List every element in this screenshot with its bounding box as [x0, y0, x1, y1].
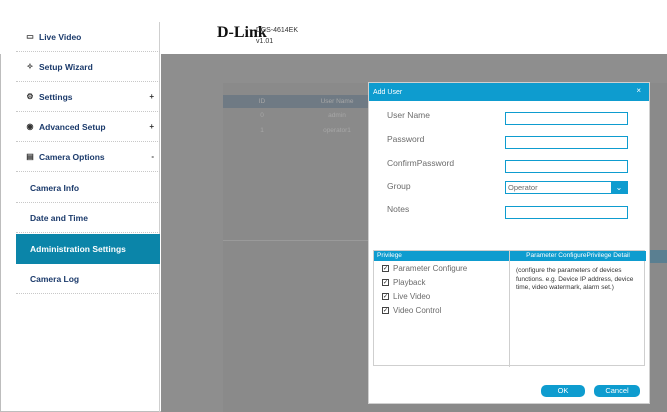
username-label: User Name — [387, 110, 430, 120]
table-row: 1 operator1 — [223, 123, 373, 138]
chevron-down-icon[interactable]: ⌄ — [611, 182, 627, 193]
cell-id: 0 — [260, 112, 264, 119]
checkbox-checked-icon[interactable]: ✓ — [382, 279, 389, 286]
gear-icon: ⚙ — [26, 92, 34, 101]
privilege-item-video-control[interactable]: ✓ Video Control — [382, 306, 441, 315]
wizard-icon: ✧ — [26, 62, 34, 71]
sidebar-subitem-date-and-time[interactable]: Date and Time — [16, 203, 160, 233]
privilege-panel: Privilege Parameter ConfigurePrivilege D… — [373, 250, 646, 367]
checkbox-checked-icon[interactable]: ✓ — [382, 293, 389, 300]
privilege-divider — [509, 251, 510, 367]
expand-icon[interactable]: + — [149, 92, 154, 101]
sidebar-subitem-label: Administration Settings — [30, 244, 126, 254]
cancel-button[interactable]: Cancel — [594, 385, 640, 397]
password-label: Password — [387, 134, 425, 144]
firmware-version: v1.01 — [256, 38, 274, 45]
group-select-value: Operator — [508, 183, 538, 192]
video-icon: ▭ — [26, 32, 34, 41]
notes-label: Notes — [387, 204, 410, 214]
sidebar-subitem-camera-log[interactable]: Camera Log — [16, 264, 160, 294]
expand-icon[interactable]: + — [149, 122, 154, 131]
privilege-label: Video Control — [393, 306, 442, 315]
username-field[interactable] — [505, 112, 628, 125]
notes-field[interactable] — [505, 206, 628, 219]
cell-id: 1 — [260, 127, 264, 134]
cell-username: admin — [328, 112, 346, 119]
privilege-label: Playback — [393, 278, 426, 287]
model-name: DCS-4614EK — [256, 27, 299, 34]
sidebar-item-label: Live Video — [39, 31, 82, 42]
privilege-item-live-video[interactable]: ✓ Live Video — [382, 292, 430, 301]
user-table: ID User Name 0 admin 1 operator1 — [223, 95, 373, 138]
add-user-dialog: Add User × User Name Password ConfirmPas… — [368, 82, 650, 404]
sidebar-subitem-administration-settings[interactable]: Administration Settings — [16, 234, 160, 264]
collapse-icon[interactable]: - — [151, 152, 154, 161]
sidebar-item-label: Advanced Setup — [39, 121, 106, 132]
column-header-id: ID — [258, 98, 266, 105]
sidebar-subitem-camera-info[interactable]: Camera Info — [16, 173, 160, 203]
password-field[interactable] — [505, 136, 628, 149]
sidebar-subitem-label: Camera Log — [30, 273, 80, 284]
privilege-detail-header: Parameter ConfigurePrivilege Detail — [510, 251, 646, 261]
sidebar-item-camera-options[interactable]: ▤ Camera Options - — [16, 142, 160, 172]
sidebar-item-label: Camera Options — [39, 151, 105, 162]
privilege-label: Parameter Configure — [393, 264, 468, 273]
sidebar-item-label: Settings — [39, 91, 73, 102]
sidebar-item-advanced-setup[interactable]: ◉ Advanced Setup + — [16, 112, 160, 142]
column-header-username: User Name — [320, 98, 354, 105]
ok-button[interactable]: OK — [541, 385, 585, 397]
divider — [223, 240, 373, 241]
confirm-password-field[interactable] — [505, 160, 628, 173]
sidebar-item-settings[interactable]: ⚙ Settings + — [16, 82, 160, 112]
model-info: DCS-4614EK v1.01 — [256, 25, 298, 47]
sidebar: ▭ Live Video ✧ Setup Wizard ⚙ Settings +… — [16, 22, 160, 412]
privilege-item-playback[interactable]: ✓ Playback — [382, 278, 425, 287]
privilege-item-parameter-configure[interactable]: ✓ Parameter Configure — [382, 264, 467, 273]
sidebar-subitem-label: Camera Info — [30, 182, 80, 193]
checkbox-checked-icon[interactable]: ✓ — [382, 307, 389, 314]
group-label: Group — [387, 181, 411, 191]
camera-options-icon: ▤ — [26, 152, 34, 161]
privilege-header: Privilege — [374, 251, 509, 261]
sidebar-item-label: Setup Wizard — [39, 61, 93, 72]
checkbox-checked-icon[interactable]: ✓ — [382, 265, 389, 272]
advanced-icon: ◉ — [26, 122, 34, 131]
dialog-titlebar: Add User × — [369, 83, 649, 101]
sidebar-subitem-label: Date and Time — [30, 212, 88, 223]
cell-username: operator1 — [323, 127, 351, 134]
close-icon[interactable]: × — [636, 86, 641, 95]
sidebar-item-setup-wizard[interactable]: ✧ Setup Wizard — [16, 52, 160, 82]
background-action-button — [648, 250, 667, 263]
confirm-password-label: ConfirmPassword — [387, 158, 455, 168]
dialog-title: Add User — [373, 88, 403, 96]
privilege-detail-text: (configure the parameters of devices fun… — [516, 267, 634, 291]
table-header: ID User Name — [223, 95, 373, 108]
table-row: 0 admin — [223, 108, 373, 123]
sidebar-item-live-video[interactable]: ▭ Live Video — [16, 22, 160, 52]
privilege-label: Live Video — [393, 292, 431, 301]
group-select[interactable]: Operator ⌄ — [505, 181, 628, 194]
